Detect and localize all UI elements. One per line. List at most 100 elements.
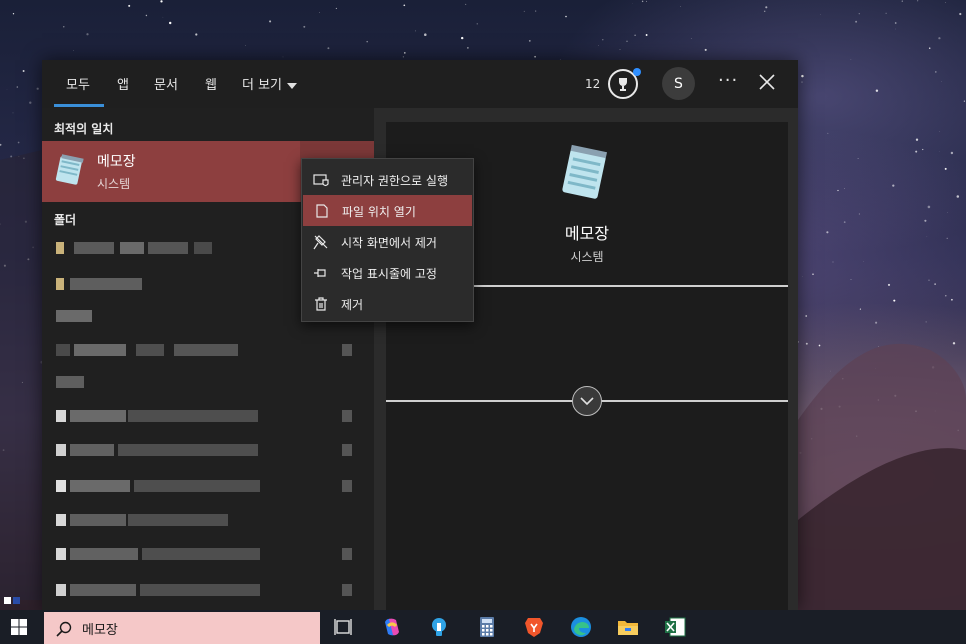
close-icon[interactable] (758, 73, 776, 91)
tab-documents[interactable]: 문서 (154, 74, 178, 93)
search-icon (56, 621, 72, 637)
star (414, 30, 416, 32)
folders-heading: 폴더 (54, 213, 77, 227)
star (461, 36, 464, 40)
trophy-icon (619, 78, 627, 91)
star (282, 56, 284, 58)
star (934, 283, 936, 285)
star (952, 342, 956, 345)
star (145, 14, 148, 17)
copilot-icon[interactable] (381, 616, 403, 638)
star (465, 3, 467, 5)
tab-web[interactable]: 웹 (205, 74, 217, 93)
star (922, 148, 924, 151)
star (844, 188, 845, 189)
excel-icon[interactable] (664, 616, 686, 638)
tab-apps[interactable]: 앱 (117, 74, 129, 93)
menu-item-unpin-start[interactable]: 시작 화면에서 제거 (302, 226, 473, 257)
star (0, 143, 2, 146)
shield-run-icon (313, 174, 329, 187)
star (195, 33, 198, 36)
star (925, 321, 927, 323)
expand-button[interactable] (572, 386, 602, 416)
star (805, 342, 808, 345)
star (16, 86, 19, 88)
star (927, 205, 931, 209)
star (928, 279, 930, 281)
star (893, 299, 896, 302)
task-view-icon[interactable] (332, 616, 354, 638)
star (327, 47, 330, 50)
star (855, 20, 858, 23)
star (801, 74, 804, 78)
rewards-count: 12 (585, 77, 601, 91)
edge-icon[interactable] (570, 616, 592, 638)
star (826, 231, 829, 234)
star (565, 15, 567, 18)
star (887, 283, 891, 286)
star (86, 33, 89, 36)
star (160, 0, 163, 3)
star (837, 189, 839, 192)
star (951, 298, 953, 301)
star (626, 40, 628, 43)
star (763, 10, 766, 13)
star (269, 20, 272, 23)
file-explorer-icon[interactable] (617, 616, 639, 638)
user-avatar[interactable]: S (662, 67, 695, 100)
tab-all[interactable]: 모두 (66, 74, 90, 93)
star (602, 39, 604, 41)
notepad-icon (55, 154, 84, 185)
trash-icon (315, 297, 327, 311)
rewards-button[interactable] (608, 68, 641, 99)
active-tab-indicator (54, 104, 104, 107)
star (892, 184, 895, 187)
star (963, 100, 966, 102)
notepad-icon (562, 144, 608, 199)
star (12, 13, 15, 15)
star (956, 195, 960, 198)
star (945, 295, 947, 297)
menu-item-label: 제거 (341, 298, 364, 312)
more-options-button[interactable]: ··· (718, 70, 738, 91)
star (29, 101, 32, 104)
star (17, 141, 20, 144)
chevron-down-icon (287, 82, 298, 89)
star (938, 150, 940, 152)
brave-icon[interactable] (523, 616, 545, 638)
tab-more-label: 더 보기 (242, 78, 283, 93)
search-input[interactable] (82, 618, 312, 638)
star (894, 22, 897, 24)
star (959, 12, 962, 16)
menu-item-open-file-location[interactable]: 파일 위치 열기 (303, 195, 472, 226)
star (818, 344, 821, 347)
calculator-icon[interactable] (476, 616, 498, 638)
star (366, 40, 368, 43)
star (812, 273, 814, 275)
star (476, 23, 478, 25)
star (619, 49, 621, 50)
star (915, 138, 919, 141)
star (863, 261, 864, 262)
star (73, 50, 74, 51)
menu-item-label: 작업 표시줄에 고정 (341, 267, 437, 281)
star (63, 26, 65, 28)
star (645, 0, 647, 2)
lightbulb-icon[interactable] (428, 616, 450, 638)
star (832, 261, 834, 263)
menu-item-label: 관리자 권한으로 실행 (341, 174, 448, 188)
star (303, 25, 306, 28)
windows-start-icon[interactable] (11, 619, 27, 635)
unpin-icon (313, 235, 328, 250)
menu-item-uninstall[interactable]: 제거 (302, 288, 473, 319)
menu-item-pin-taskbar[interactable]: 작업 표시줄에 고정 (302, 257, 473, 288)
menu-item-label: 파일 위치 열기 (342, 205, 416, 219)
menu-item-label: 시작 화면에서 제거 (341, 236, 437, 250)
star (403, 52, 406, 54)
tab-more[interactable]: 더 보기 (242, 74, 298, 93)
star (944, 167, 947, 170)
menu-item-run-as-admin[interactable]: 관리자 권한으로 실행 (302, 164, 473, 195)
star (830, 370, 831, 372)
taskbar-search-box[interactable] (44, 612, 320, 644)
desktop-shortcut[interactable] (4, 596, 44, 606)
